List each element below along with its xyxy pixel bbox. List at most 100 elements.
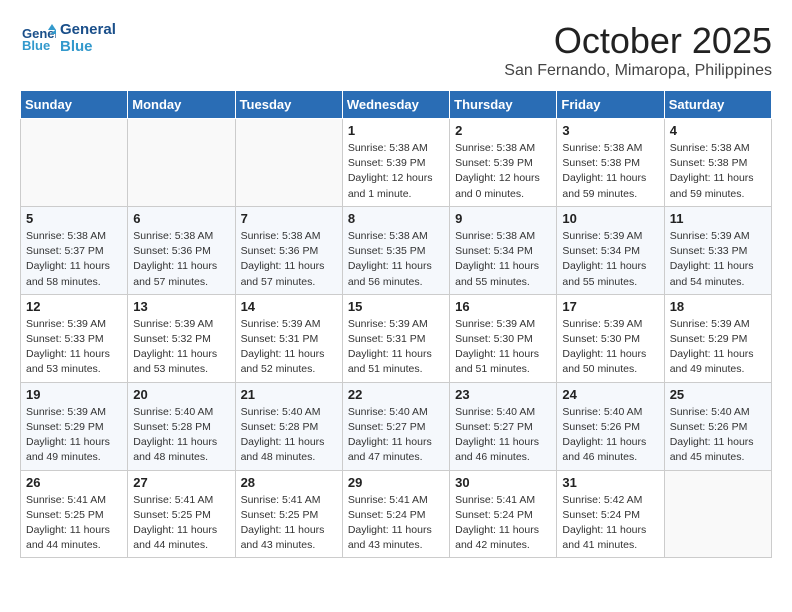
calendar-cell: 22Sunrise: 5:40 AM Sunset: 5:27 PM Dayli… <box>342 382 449 470</box>
day-number: 25 <box>670 387 766 402</box>
logo-text-blue: Blue <box>60 38 116 55</box>
day-of-week-header: Sunday <box>21 91 128 119</box>
page-header: General Blue General Blue October 2025 S… <box>20 20 772 80</box>
calendar-cell: 20 Sunrise: 5:40 AM Sunset: 5:28 PM Dayli… <box>128 382 235 470</box>
day-number: 11 <box>670 211 766 226</box>
logo-icon: General Blue <box>20 20 56 56</box>
day-detail: Sunrise: 5:41 AM Sunset: 5:25 PM Dayligh… <box>26 493 122 554</box>
calendar-cell: 12 Sunrise: 5:39 AM Sunset: 5:33 PM Dayli… <box>21 294 128 382</box>
day-number: 16 <box>455 299 551 314</box>
day-detail: Sunrise: 5:38 AM Sunset: 5:39 PM Dayligh… <box>348 141 444 202</box>
day-number: 23 <box>455 387 551 402</box>
day-number: 1 <box>348 123 444 138</box>
logo: General Blue General Blue <box>20 20 116 56</box>
calendar-cell: 31 Sunrise: 5:42 AM Sunset: 5:24 PM Dayli… <box>557 470 664 558</box>
calendar-week-row: 26 Sunrise: 5:41 AM Sunset: 5:25 PM Dayli… <box>21 470 772 558</box>
calendar-week-row: 12 Sunrise: 5:39 AM Sunset: 5:33 PM Dayli… <box>21 294 772 382</box>
day-number: 10 <box>562 211 658 226</box>
calendar-cell: 13 Sunrise: 5:39 AM Sunset: 5:32 PM Dayli… <box>128 294 235 382</box>
day-detail: Sunrise: 5:39 AM Sunset: 5:33 PM Dayligh… <box>670 229 766 290</box>
calendar-cell <box>21 119 128 207</box>
calendar-cell: 24Sunrise: 5:40 AM Sunset: 5:26 PM Dayli… <box>557 382 664 470</box>
calendar-cell: 3Sunrise: 5:38 AM Sunset: 5:38 PM Daylig… <box>557 119 664 207</box>
calendar-cell: 8 Sunrise: 5:38 AM Sunset: 5:35 PM Daylig… <box>342 206 449 294</box>
day-number: 3 <box>562 123 658 138</box>
day-detail: Sunrise: 5:39 AM Sunset: 5:30 PM Dayligh… <box>562 317 658 378</box>
calendar-cell <box>664 470 771 558</box>
calendar-week-row: 1 Sunrise: 5:38 AM Sunset: 5:39 PM Daylig… <box>21 119 772 207</box>
day-of-week-header: Friday <box>557 91 664 119</box>
day-detail: Sunrise: 5:38 AM Sunset: 5:36 PM Dayligh… <box>133 229 229 290</box>
calendar-cell: 2Sunrise: 5:38 AM Sunset: 5:39 PM Daylig… <box>450 119 557 207</box>
day-detail: Sunrise: 5:38 AM Sunset: 5:34 PM Dayligh… <box>455 229 551 290</box>
calendar-week-row: 19 Sunrise: 5:39 AM Sunset: 5:29 PM Dayli… <box>21 382 772 470</box>
day-detail: Sunrise: 5:41 AM Sunset: 5:24 PM Dayligh… <box>455 493 551 554</box>
title-block: October 2025 San Fernando, Mimaropa, Phi… <box>504 20 772 80</box>
day-number: 21 <box>241 387 337 402</box>
calendar-cell: 9 Sunrise: 5:38 AM Sunset: 5:34 PM Daylig… <box>450 206 557 294</box>
calendar-cell: 25 Sunrise: 5:40 AM Sunset: 5:26 PM Dayli… <box>664 382 771 470</box>
day-number: 2 <box>455 123 551 138</box>
day-detail: Sunrise: 5:38 AM Sunset: 5:36 PM Dayligh… <box>241 229 337 290</box>
day-number: 9 <box>455 211 551 226</box>
day-detail: Sunrise: 5:38 AM Sunset: 5:38 PM Dayligh… <box>670 141 766 202</box>
day-number: 14 <box>241 299 337 314</box>
day-detail: Sunrise: 5:39 AM Sunset: 5:34 PM Dayligh… <box>562 229 658 290</box>
calendar-cell: 15 Sunrise: 5:39 AM Sunset: 5:31 PM Dayli… <box>342 294 449 382</box>
day-number: 5 <box>26 211 122 226</box>
calendar-cell <box>235 119 342 207</box>
day-number: 4 <box>670 123 766 138</box>
day-detail: Sunrise: 5:39 AM Sunset: 5:32 PM Dayligh… <box>133 317 229 378</box>
calendar-cell: 29 Sunrise: 5:41 AM Sunset: 5:24 PM Dayli… <box>342 470 449 558</box>
day-detail: Sunrise: 5:41 AM Sunset: 5:25 PM Dayligh… <box>133 493 229 554</box>
day-number: 13 <box>133 299 229 314</box>
day-detail: Sunrise: 5:40 AM Sunset: 5:28 PM Dayligh… <box>133 405 229 466</box>
calendar-cell: 10 Sunrise: 5:39 AM Sunset: 5:34 PM Dayli… <box>557 206 664 294</box>
calendar-cell: 26 Sunrise: 5:41 AM Sunset: 5:25 PM Dayli… <box>21 470 128 558</box>
day-detail: Sunrise: 5:39 AM Sunset: 5:31 PM Dayligh… <box>348 317 444 378</box>
logo-text-general: General <box>60 21 116 38</box>
day-detail: Sunrise: 5:39 AM Sunset: 5:31 PM Dayligh… <box>241 317 337 378</box>
day-number: 18 <box>670 299 766 314</box>
calendar-cell: 17 Sunrise: 5:39 AM Sunset: 5:30 PM Dayli… <box>557 294 664 382</box>
day-number: 29 <box>348 475 444 490</box>
calendar-cell: 30Sunrise: 5:41 AM Sunset: 5:24 PM Dayli… <box>450 470 557 558</box>
day-detail: Sunrise: 5:39 AM Sunset: 5:29 PM Dayligh… <box>26 405 122 466</box>
calendar-cell: 23 Sunrise: 5:40 AM Sunset: 5:27 PM Dayli… <box>450 382 557 470</box>
day-detail: Sunrise: 5:38 AM Sunset: 5:35 PM Dayligh… <box>348 229 444 290</box>
calendar-cell: 6 Sunrise: 5:38 AM Sunset: 5:36 PM Daylig… <box>128 206 235 294</box>
day-of-week-header: Tuesday <box>235 91 342 119</box>
calendar-cell: 21 Sunrise: 5:40 AM Sunset: 5:28 PM Dayli… <box>235 382 342 470</box>
calendar-cell: 27Sunrise: 5:41 AM Sunset: 5:25 PM Dayli… <box>128 470 235 558</box>
calendar-cell: 5 Sunrise: 5:38 AM Sunset: 5:37 PM Daylig… <box>21 206 128 294</box>
day-detail: Sunrise: 5:40 AM Sunset: 5:27 PM Dayligh… <box>348 405 444 466</box>
day-number: 26 <box>26 475 122 490</box>
day-number: 20 <box>133 387 229 402</box>
day-detail: Sunrise: 5:38 AM Sunset: 5:37 PM Dayligh… <box>26 229 122 290</box>
day-number: 8 <box>348 211 444 226</box>
day-detail: Sunrise: 5:41 AM Sunset: 5:24 PM Dayligh… <box>348 493 444 554</box>
calendar-cell: 7 Sunrise: 5:38 AM Sunset: 5:36 PM Daylig… <box>235 206 342 294</box>
calendar-cell: 18Sunrise: 5:39 AM Sunset: 5:29 PM Dayli… <box>664 294 771 382</box>
day-detail: Sunrise: 5:39 AM Sunset: 5:30 PM Dayligh… <box>455 317 551 378</box>
day-number: 31 <box>562 475 658 490</box>
day-detail: Sunrise: 5:42 AM Sunset: 5:24 PM Dayligh… <box>562 493 658 554</box>
day-detail: Sunrise: 5:40 AM Sunset: 5:26 PM Dayligh… <box>670 405 766 466</box>
calendar-cell: 4 Sunrise: 5:38 AM Sunset: 5:38 PM Daylig… <box>664 119 771 207</box>
day-number: 7 <box>241 211 337 226</box>
day-number: 28 <box>241 475 337 490</box>
calendar-week-row: 5 Sunrise: 5:38 AM Sunset: 5:37 PM Daylig… <box>21 206 772 294</box>
day-of-week-header: Monday <box>128 91 235 119</box>
day-number: 12 <box>26 299 122 314</box>
day-number: 17 <box>562 299 658 314</box>
day-of-week-header: Saturday <box>664 91 771 119</box>
day-number: 15 <box>348 299 444 314</box>
day-detail: Sunrise: 5:40 AM Sunset: 5:27 PM Dayligh… <box>455 405 551 466</box>
day-number: 19 <box>26 387 122 402</box>
calendar-cell: 14 Sunrise: 5:39 AM Sunset: 5:31 PM Dayli… <box>235 294 342 382</box>
day-number: 6 <box>133 211 229 226</box>
day-detail: Sunrise: 5:40 AM Sunset: 5:26 PM Dayligh… <box>562 405 658 466</box>
calendar-cell: 16 Sunrise: 5:39 AM Sunset: 5:30 PM Dayli… <box>450 294 557 382</box>
day-detail: Sunrise: 5:39 AM Sunset: 5:33 PM Dayligh… <box>26 317 122 378</box>
day-detail: Sunrise: 5:40 AM Sunset: 5:28 PM Dayligh… <box>241 405 337 466</box>
